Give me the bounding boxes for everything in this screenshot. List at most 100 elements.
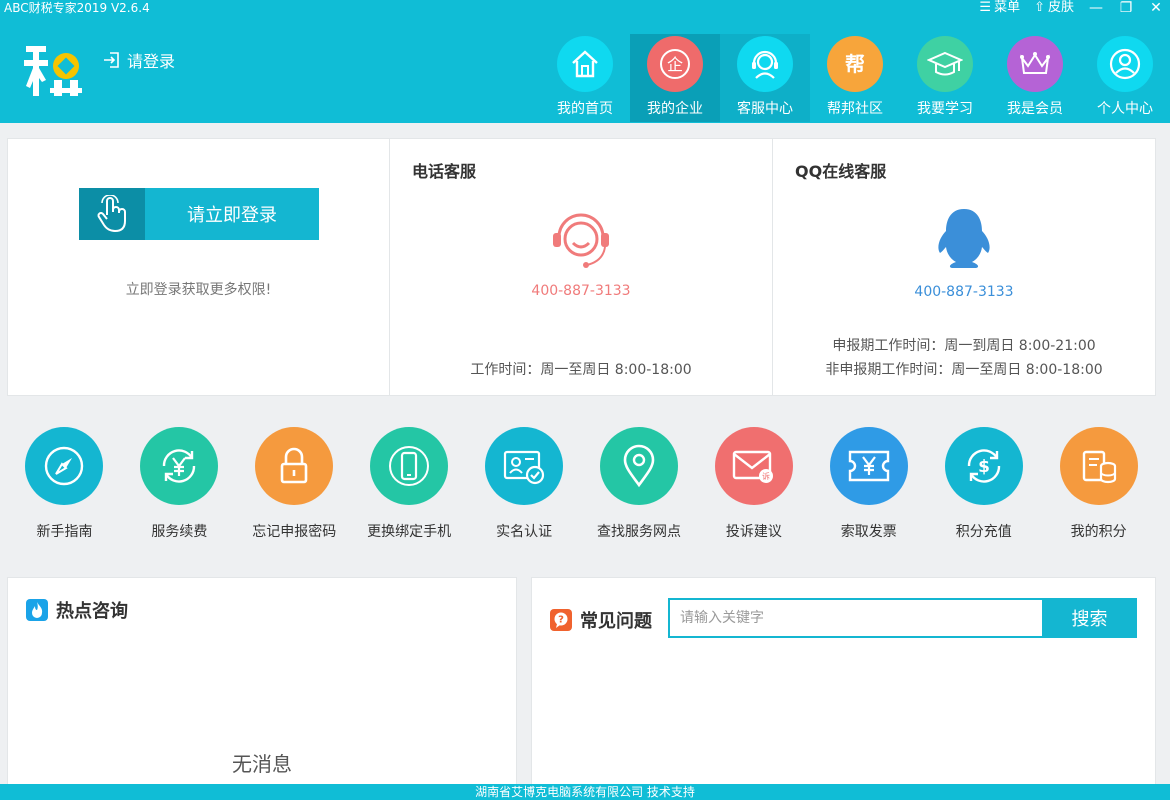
quick-label: 积分充值 <box>955 524 1012 540</box>
nav-item-community[interactable]: 帮 帮邦社区 <box>810 34 900 122</box>
dollar-recharge-icon: $ <box>944 427 1023 505</box>
quick-item-locate[interactable]: 查找服务网点 <box>582 420 697 550</box>
complaint-badge: 诉 <box>762 471 770 481</box>
quick-functions: 新手指南 服务续费 忘记申报密码 更换绑定手机 实名认证 查找服务网点 诉 投诉… <box>7 420 1156 550</box>
lock-icon <box>255 427 334 505</box>
compass-icon <box>25 427 104 505</box>
community-char: 帮 <box>845 52 865 76</box>
quick-item-phone[interactable]: 更换绑定手机 <box>352 420 467 550</box>
maximize-icon[interactable]: ❐ <box>1118 0 1134 16</box>
search-button[interactable]: 搜索 <box>1042 598 1137 638</box>
quick-label: 更换绑定手机 <box>367 524 452 540</box>
phone-icon <box>370 427 449 505</box>
touch-icon <box>79 188 145 240</box>
nav-label: 我是会员 <box>1007 101 1063 117</box>
menu-button[interactable]: ☰ 菜单 <box>979 0 1020 16</box>
login-now-button[interactable]: 请立即登录 <box>79 188 319 240</box>
home-icon <box>557 36 613 92</box>
login-section: 请立即登录 立即登录获取更多权限! <box>8 139 390 395</box>
quick-label: 实名认证 <box>496 524 553 540</box>
phone-support-icon <box>553 213 609 268</box>
skin-button[interactable]: ⇧ 皮肤 <box>1034 0 1074 16</box>
quick-label: 索取发票 <box>840 524 897 540</box>
user-icon <box>1097 36 1153 92</box>
nav-label: 帮邦社区 <box>827 101 883 117</box>
quick-item-renew[interactable]: 服务续费 <box>122 420 237 550</box>
skin-label: 皮肤 <box>1047 0 1074 15</box>
skin-icon: ⇧ <box>1034 0 1045 15</box>
login-hint: 立即登录获取更多权限! <box>125 282 272 298</box>
search-input[interactable] <box>668 598 1042 638</box>
info-panel: 请立即登录 立即登录获取更多权限! 电话客服 400-887-3133 工作时间… <box>7 138 1156 396</box>
svg-text:?: ? <box>558 615 564 626</box>
mail-icon: 诉 <box>714 427 793 505</box>
quick-item-invoice[interactable]: 索取发票 <box>811 420 926 550</box>
login-now-label: 请立即登录 <box>145 188 319 240</box>
nav-item-member[interactable]: 我是会员 <box>990 34 1080 122</box>
invoice-icon <box>829 427 908 505</box>
nav-item-enterprise[interactable]: 企 我的企业 <box>630 34 720 122</box>
nav-label: 客服中心 <box>737 101 793 117</box>
qq-work-time-nonfiling: 非申报期工作时间：周一至周日 8:00-18:00 <box>825 362 1103 378</box>
phone-work-time: 工作时间：周一至周日 8:00-18:00 <box>470 362 692 378</box>
no-message-text: 无消息 <box>232 752 292 776</box>
qq-work-time-filing: 申报期工作时间：周一到周日 8:00-21:00 <box>832 338 1096 354</box>
enterprise-icon: 企 <box>647 36 703 92</box>
quick-label: 忘记申报密码 <box>252 524 337 540</box>
footer: 湖南省艾博克电脑系统有限公司 技术支持 <box>0 784 1170 800</box>
nav-label: 我的首页 <box>557 101 613 117</box>
menu-label: 菜单 <box>994 0 1021 15</box>
hot-news-header: 热点咨询 <box>26 597 128 623</box>
qq-penguin-icon[interactable] <box>932 205 996 271</box>
quick-item-verify[interactable]: 实名认证 <box>467 420 582 550</box>
faq-header: ? 常见问题 <box>550 607 652 633</box>
header: ABC财税专家2019 V2.6.4 ☰ 菜单 ⇧ 皮肤 — ❐ ✕ 请登录 我… <box>0 0 1170 123</box>
minimize-icon[interactable]: — <box>1088 0 1104 16</box>
headset-icon <box>737 36 793 92</box>
quick-label: 投诉建议 <box>725 524 782 540</box>
main-nav: 我的首页 企 我的企业 客服中心 帮 帮邦社区 我要学习 我是会员 个人中心 <box>540 34 1170 122</box>
close-icon[interactable]: ✕ <box>1148 0 1164 16</box>
nav-item-service[interactable]: 客服中心 <box>720 34 810 122</box>
fire-icon <box>26 599 48 621</box>
quick-label: 新手指南 <box>36 524 93 540</box>
id-card-icon <box>485 427 564 505</box>
hot-news-panel: 热点咨询 无消息 <box>7 577 517 792</box>
quick-label: 服务续费 <box>151 524 208 540</box>
quick-item-complaint[interactable]: 诉 投诉建议 <box>696 420 811 550</box>
location-pin-icon <box>599 427 678 505</box>
crown-icon <box>1007 36 1063 92</box>
window-controls: ☰ 菜单 ⇧ 皮肤 — ❐ ✕ <box>979 0 1164 16</box>
graduation-cap-icon <box>917 36 973 92</box>
window-title: ABC财税专家2019 V2.6.4 <box>4 1 150 15</box>
menu-icon: ☰ <box>979 0 992 15</box>
quick-item-guide[interactable]: 新手指南 <box>7 420 122 550</box>
qq-service-title: QQ在线客服 <box>795 162 887 181</box>
nav-item-home[interactable]: 我的首页 <box>540 34 630 122</box>
svg-text:$: $ <box>978 457 990 477</box>
nav-item-personal[interactable]: 个人中心 <box>1080 34 1170 122</box>
faq-search: 搜索 <box>668 598 1137 638</box>
quick-label: 我的积分 <box>1070 524 1127 540</box>
yuan-renew-icon <box>140 427 219 505</box>
tax-logo <box>24 46 82 96</box>
phone-service-section: 电话客服 400-887-3133 工作时间：周一至周日 8:00-18:00 <box>390 139 773 395</box>
qq-number[interactable]: 400-887-3133 <box>773 284 1155 300</box>
phone-service-title: 电话客服 <box>412 162 477 181</box>
phone-number: 400-887-3133 <box>531 283 631 299</box>
quick-item-password[interactable]: 忘记申报密码 <box>237 420 352 550</box>
nav-item-learning[interactable]: 我要学习 <box>900 34 990 122</box>
faq-title: 常见问题 <box>580 611 652 632</box>
faq-panel: ? 常见问题 搜索 <box>531 577 1156 792</box>
enterprise-char: 企 <box>667 55 683 74</box>
login-link[interactable]: 请登录 <box>103 48 175 72</box>
quick-item-recharge[interactable]: $ 积分充值 <box>926 420 1041 550</box>
nav-label: 我要学习 <box>917 101 973 117</box>
nav-label: 我的企业 <box>647 101 703 117</box>
coins-icon <box>1059 427 1138 505</box>
quick-item-points[interactable]: 我的积分 <box>1041 420 1156 550</box>
quick-label: 查找服务网点 <box>596 524 681 540</box>
qq-service-section: QQ在线客服 400-887-3133 申报期工作时间：周一到周日 8:00-2… <box>773 139 1155 395</box>
question-icon: ? <box>550 609 572 631</box>
hot-news-title: 热点咨询 <box>56 601 128 622</box>
